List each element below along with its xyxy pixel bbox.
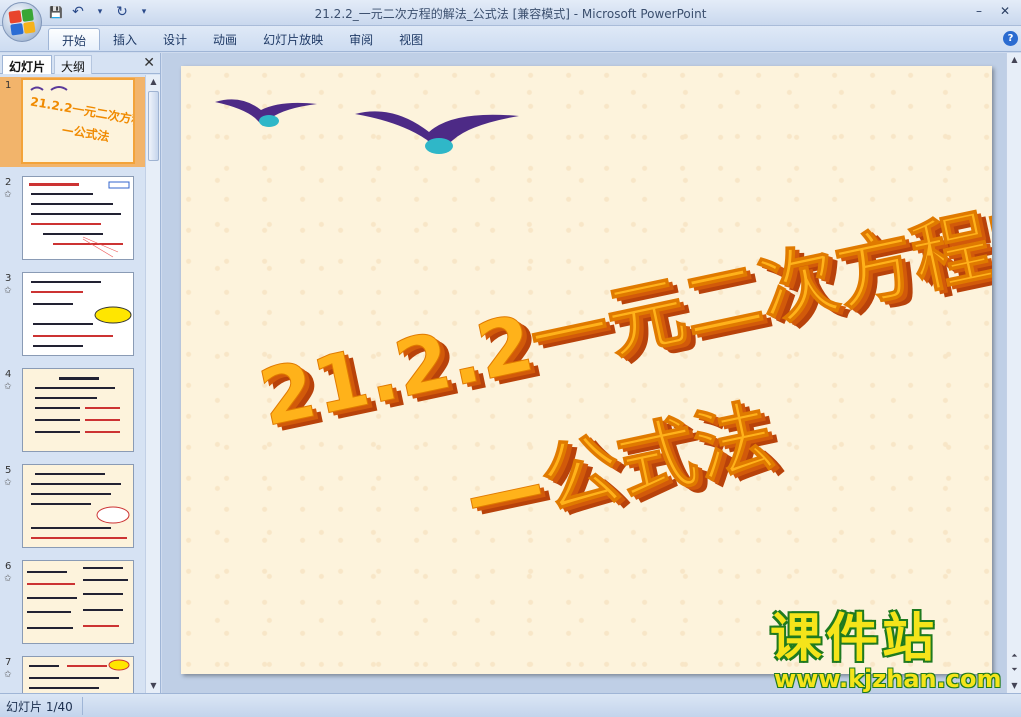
slide-preview <box>22 272 134 356</box>
tab-slideshow[interactable]: 幻灯片放映 <box>250 28 336 50</box>
slide-preview <box>22 560 134 644</box>
tab-outline[interactable]: 大纲 <box>54 55 93 74</box>
thumbnail-title-art: 21.2.2一元二次方程解法 —公式法 <box>29 86 133 144</box>
ribbon: 开始 插入 设计 动画 幻灯片放映 审阅 视图 ? <box>0 26 1021 52</box>
slide-thumbnail-6[interactable]: 6 ✩ <box>0 558 145 648</box>
slide-thumbnail-2[interactable]: 2 ✩ <box>0 174 145 264</box>
window-controls: – ✕ <box>967 2 1017 20</box>
slide-canvas[interactable]: 21.2.2一元二次方程的解法 21.2.2一元二次方程的解法 21.2.2一元… <box>181 66 992 674</box>
slide-thumbnail-7[interactable]: 7 ✩ <box>0 654 145 693</box>
thumbnail-content-art <box>31 473 130 539</box>
slide-thumbnail-4[interactable]: 4 ✩ <box>0 366 145 456</box>
window-title: 21.2.2_一元二次方程的解法_公式法 [兼容模式] - Microsoft … <box>314 7 707 21</box>
status-bar: 幻灯片 1/40 <box>0 693 1021 717</box>
animation-star-icon: ✩ <box>4 286 12 296</box>
tab-review[interactable]: 审阅 <box>336 28 386 50</box>
thumbnail-content-art <box>35 377 120 433</box>
slide-preview: 21.2.2一元二次方程解法 —公式法 <box>21 78 135 164</box>
tab-view[interactable]: 视图 <box>386 28 436 50</box>
thumbnail-content-art <box>27 567 128 629</box>
slide-artwork: 21.2.2一元二次方程的解法 21.2.2一元二次方程的解法 21.2.2一元… <box>215 99 992 550</box>
tab-design[interactable]: 设计 <box>150 28 200 50</box>
status-divider <box>82 697 83 715</box>
bird-icon <box>355 111 519 154</box>
scrollbar-thumb[interactable] <box>148 91 159 161</box>
slide-counter: 幻灯片 1/40 <box>6 700 73 714</box>
office-logo-icon <box>8 8 36 36</box>
scroll-up-icon[interactable]: ▲ <box>1007 53 1021 67</box>
slide-number: 6 <box>5 561 12 572</box>
animation-star-icon: ✩ <box>4 670 12 680</box>
animation-star-icon: ✩ <box>4 478 12 488</box>
slide-preview <box>22 368 134 452</box>
slide-number: 4 <box>5 369 12 380</box>
slide-preview <box>22 176 134 260</box>
close-icon[interactable]: ✕ <box>143 55 155 71</box>
slide-number: 1 <box>5 80 12 91</box>
bird-icon <box>215 99 317 127</box>
scroll-down-icon[interactable]: ▼ <box>146 679 161 693</box>
tab-insert[interactable]: 插入 <box>100 28 150 50</box>
scroll-up-icon[interactable]: ▲ <box>146 75 161 89</box>
title-bar: 💾 ↶ ▾ ↻ ▾ 21.2.2_一元二次方程的解法_公式法 [兼容模式] - … <box>0 0 1021 26</box>
panel-tabs: 幻灯片 大纲 ✕ <box>0 53 161 74</box>
thumbnail-scrollbar[interactable]: ▲ ▼ <box>145 75 160 693</box>
animation-star-icon: ✩ <box>4 574 12 584</box>
slide-number: 2 <box>5 177 12 188</box>
slide-editor: 21.2.2一元二次方程的解法 21.2.2一元二次方程的解法 21.2.2一元… <box>162 53 1021 693</box>
slide-scrollbar[interactable]: ▲ ⏶ ⏷ ▼ <box>1006 53 1021 693</box>
slide-number: 7 <box>5 657 12 668</box>
slide-title: 21.2.2一元二次方程的解法 <box>252 153 992 444</box>
slide-thumbnail-1[interactable]: 1 21.2.2一元二次方程解法 —公式法 <box>0 77 145 167</box>
slides-panel: 幻灯片 大纲 ✕ 1 21.2.2一元二次方程解法 —公式法 2 ✩ 3 ✩ 4… <box>0 53 161 693</box>
slide-number: 5 <box>5 465 12 476</box>
slide-preview <box>22 464 134 548</box>
thumbnail-content-art <box>29 659 130 689</box>
tab-slides[interactable]: 幻灯片 <box>2 55 53 74</box>
tab-animations[interactable]: 动画 <box>200 28 250 50</box>
animation-star-icon: ✩ <box>4 190 12 200</box>
office-button[interactable] <box>2 2 42 42</box>
thumbnail-list: 1 21.2.2一元二次方程解法 —公式法 2 ✩ 3 ✩ 4 ✩ 5 ✩ 6 … <box>0 75 145 693</box>
watermark-logo: 课件站 www.kjzhan.com <box>770 613 1010 693</box>
slide-number: 3 <box>5 273 12 284</box>
slide-thumbnail-3[interactable]: 3 ✩ <box>0 270 145 360</box>
svg-text:—公式法: —公式法 <box>61 121 111 144</box>
thumbnail-content-art <box>31 281 132 347</box>
ribbon-tabs: 开始 插入 设计 动画 幻灯片放映 审阅 视图 <box>48 28 436 50</box>
tab-home[interactable]: 开始 <box>48 28 101 50</box>
slide-preview <box>22 656 134 693</box>
thumbnail-content-art <box>29 181 130 258</box>
watermark-url: www.kjzhan.com <box>774 665 1002 693</box>
animation-star-icon: ✩ <box>4 382 12 392</box>
close-button[interactable]: ✕ <box>993 2 1017 20</box>
help-icon[interactable]: ? <box>1003 31 1018 46</box>
minimize-button[interactable]: – <box>967 2 991 20</box>
slide-thumbnail-5[interactable]: 5 ✩ <box>0 462 145 552</box>
watermark-text: 课件站 <box>770 609 939 669</box>
